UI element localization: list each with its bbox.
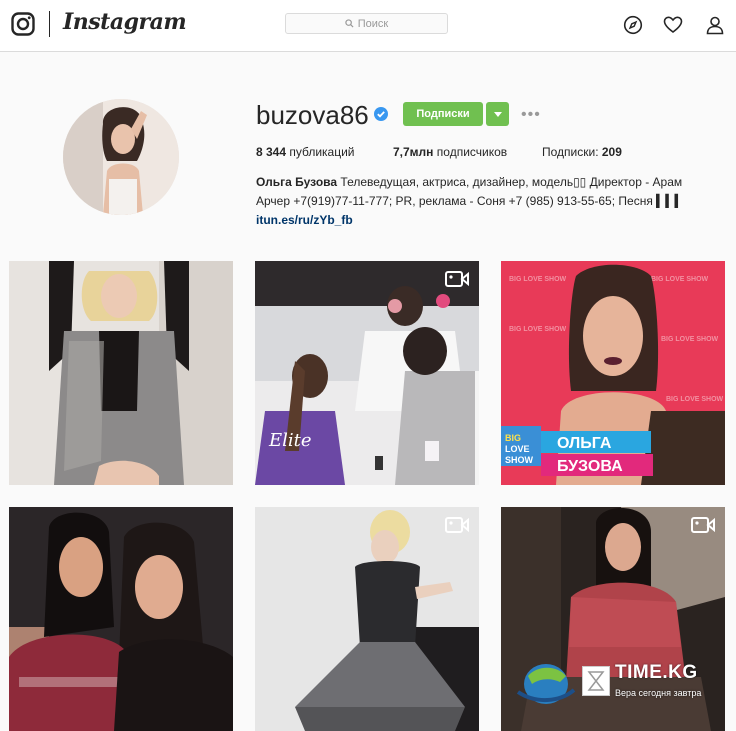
more-options-button[interactable]: ••• — [521, 106, 541, 124]
bio-text-line2: Арчер +7(919)77-11-777; PR, реклама - Со… — [256, 194, 684, 208]
profile-icon[interactable] — [705, 15, 725, 35]
compass-icon[interactable] — [623, 15, 643, 35]
posts-stat: 8 344 публикаций — [256, 145, 355, 159]
profile-bio: Ольга Бузова Телеведущая, актриса, дизай… — [256, 173, 726, 230]
logo-divider — [49, 11, 50, 37]
bio-full-name: Ольга Бузова — [256, 175, 338, 189]
caption-line2: БУЗОВА — [557, 458, 623, 475]
post-thumbnail[interactable] — [9, 507, 233, 731]
followers-stat[interactable]: 7,7млн подписчиков — [393, 145, 507, 159]
following-stat[interactable]: Подписки: 209 — [542, 145, 622, 159]
post-video-frame — [255, 507, 479, 731]
followers-count: 7,7млн — [393, 145, 434, 159]
profile-username: buzova86 — [256, 100, 369, 130]
post-thumbnail[interactable]: BIG LOVE SHOW BIG LOVE SHOW BIG LOVE SHO… — [501, 261, 725, 485]
video-camera-icon — [445, 271, 469, 287]
post-photo — [9, 261, 233, 485]
suggestions-dropdown-button[interactable] — [486, 102, 509, 126]
hourglass-box — [582, 666, 610, 696]
search-icon — [345, 19, 354, 28]
post-thumbnail[interactable] — [255, 507, 479, 731]
following-count: 209 — [601, 145, 622, 159]
heart-icon[interactable] — [663, 15, 683, 35]
bg-text: BIG LOVE SHOW — [651, 276, 709, 283]
post-thumbnail[interactable]: Elite — [255, 261, 479, 485]
hourglass-icon — [587, 671, 605, 691]
bg-text: BIG LOVE SHOW — [666, 396, 724, 403]
bio-link[interactable]: itun.es/ru/zYb_fb — [256, 213, 353, 227]
video-camera-icon — [691, 517, 715, 533]
bio-text-line1: Телеведущая, актриса, дизайнер, модель▯▯… — [340, 175, 683, 189]
post-thumbnail[interactable] — [9, 261, 233, 485]
instagram-wordmark[interactable]: Instagram — [63, 9, 187, 35]
bg-text: BIG LOVE SHOW — [661, 336, 719, 343]
caption-line1: ОЛЬГА — [557, 435, 612, 452]
bg-text: BIG LOVE SHOW — [509, 326, 567, 333]
show-badge-line1: BIG — [505, 433, 521, 443]
watermark-tagline: Вера сегодня завтра — [615, 688, 702, 698]
show-badge-line3: SHOW — [505, 455, 534, 465]
search-input[interactable]: Поиск — [285, 13, 448, 34]
video-camera-icon — [445, 517, 469, 533]
posts-label: публикаций — [289, 145, 355, 159]
posts-count: 8 344 — [256, 145, 287, 159]
watermark-brand: TIME.KG — [615, 662, 698, 683]
instagram-camera-icon[interactable] — [11, 12, 35, 36]
search-placeholder: Поиск — [357, 17, 389, 30]
post-photo: BIG LOVE SHOW BIG LOVE SHOW BIG LOVE SHO… — [501, 261, 725, 485]
followers-label: подписчиков — [436, 145, 508, 159]
verified-badge-icon — [374, 107, 388, 121]
post-video-frame: Elite — [255, 261, 479, 485]
bg-text: BIG LOVE SHOW — [509, 276, 567, 283]
top-navigation-bar: Instagram Поиск — [0, 0, 736, 52]
following-button[interactable]: Подписки — [403, 102, 483, 126]
show-badge-line2: LOVE — [505, 444, 530, 454]
site-watermark: TIME.KG Вера сегодня завтра — [516, 652, 736, 709]
salon-sign: Elite — [268, 430, 312, 451]
profile-avatar[interactable] — [63, 99, 179, 215]
globe-logo-icon — [516, 664, 576, 704]
following-label: Подписки: — [542, 145, 599, 159]
caret-down-icon — [493, 111, 502, 117]
post-photo — [9, 507, 233, 731]
avatar-photo — [63, 99, 179, 215]
